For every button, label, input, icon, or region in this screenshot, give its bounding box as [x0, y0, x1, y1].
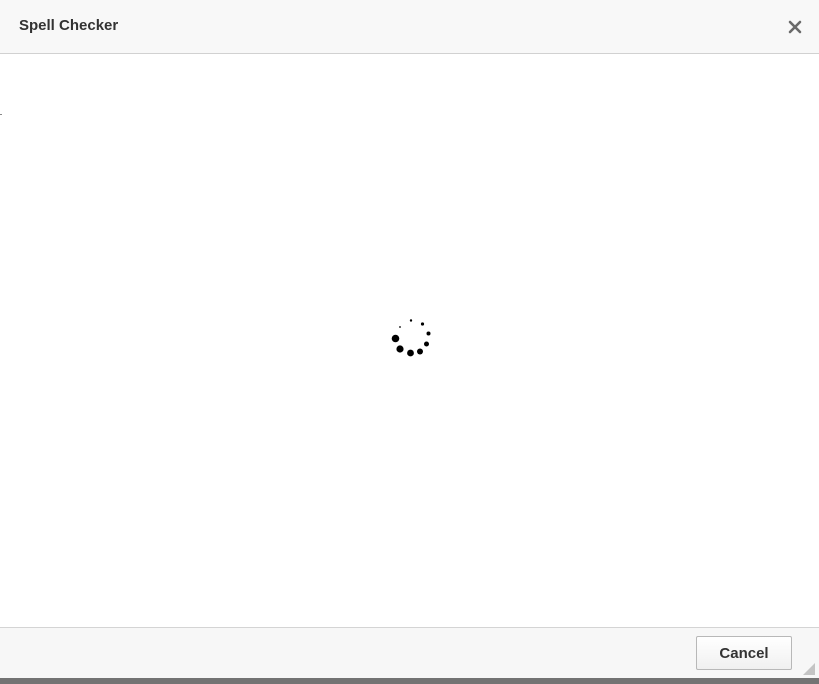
dialog-body [0, 54, 819, 627]
window-bottom-edge [0, 678, 819, 684]
loading-spinner-icon [391, 319, 431, 357]
edge-mark [0, 114, 2, 115]
dialog-titlebar[interactable]: Spell Checker [0, 0, 819, 54]
close-icon [788, 20, 802, 34]
resize-grip-icon[interactable] [803, 663, 815, 675]
cancel-button[interactable]: Cancel [696, 636, 792, 670]
spell-checker-dialog: Spell Checker Cancel [0, 0, 819, 684]
dialog-footer: Cancel [0, 627, 819, 678]
dialog-title: Spell Checker [19, 17, 119, 34]
close-button[interactable] [785, 17, 805, 37]
